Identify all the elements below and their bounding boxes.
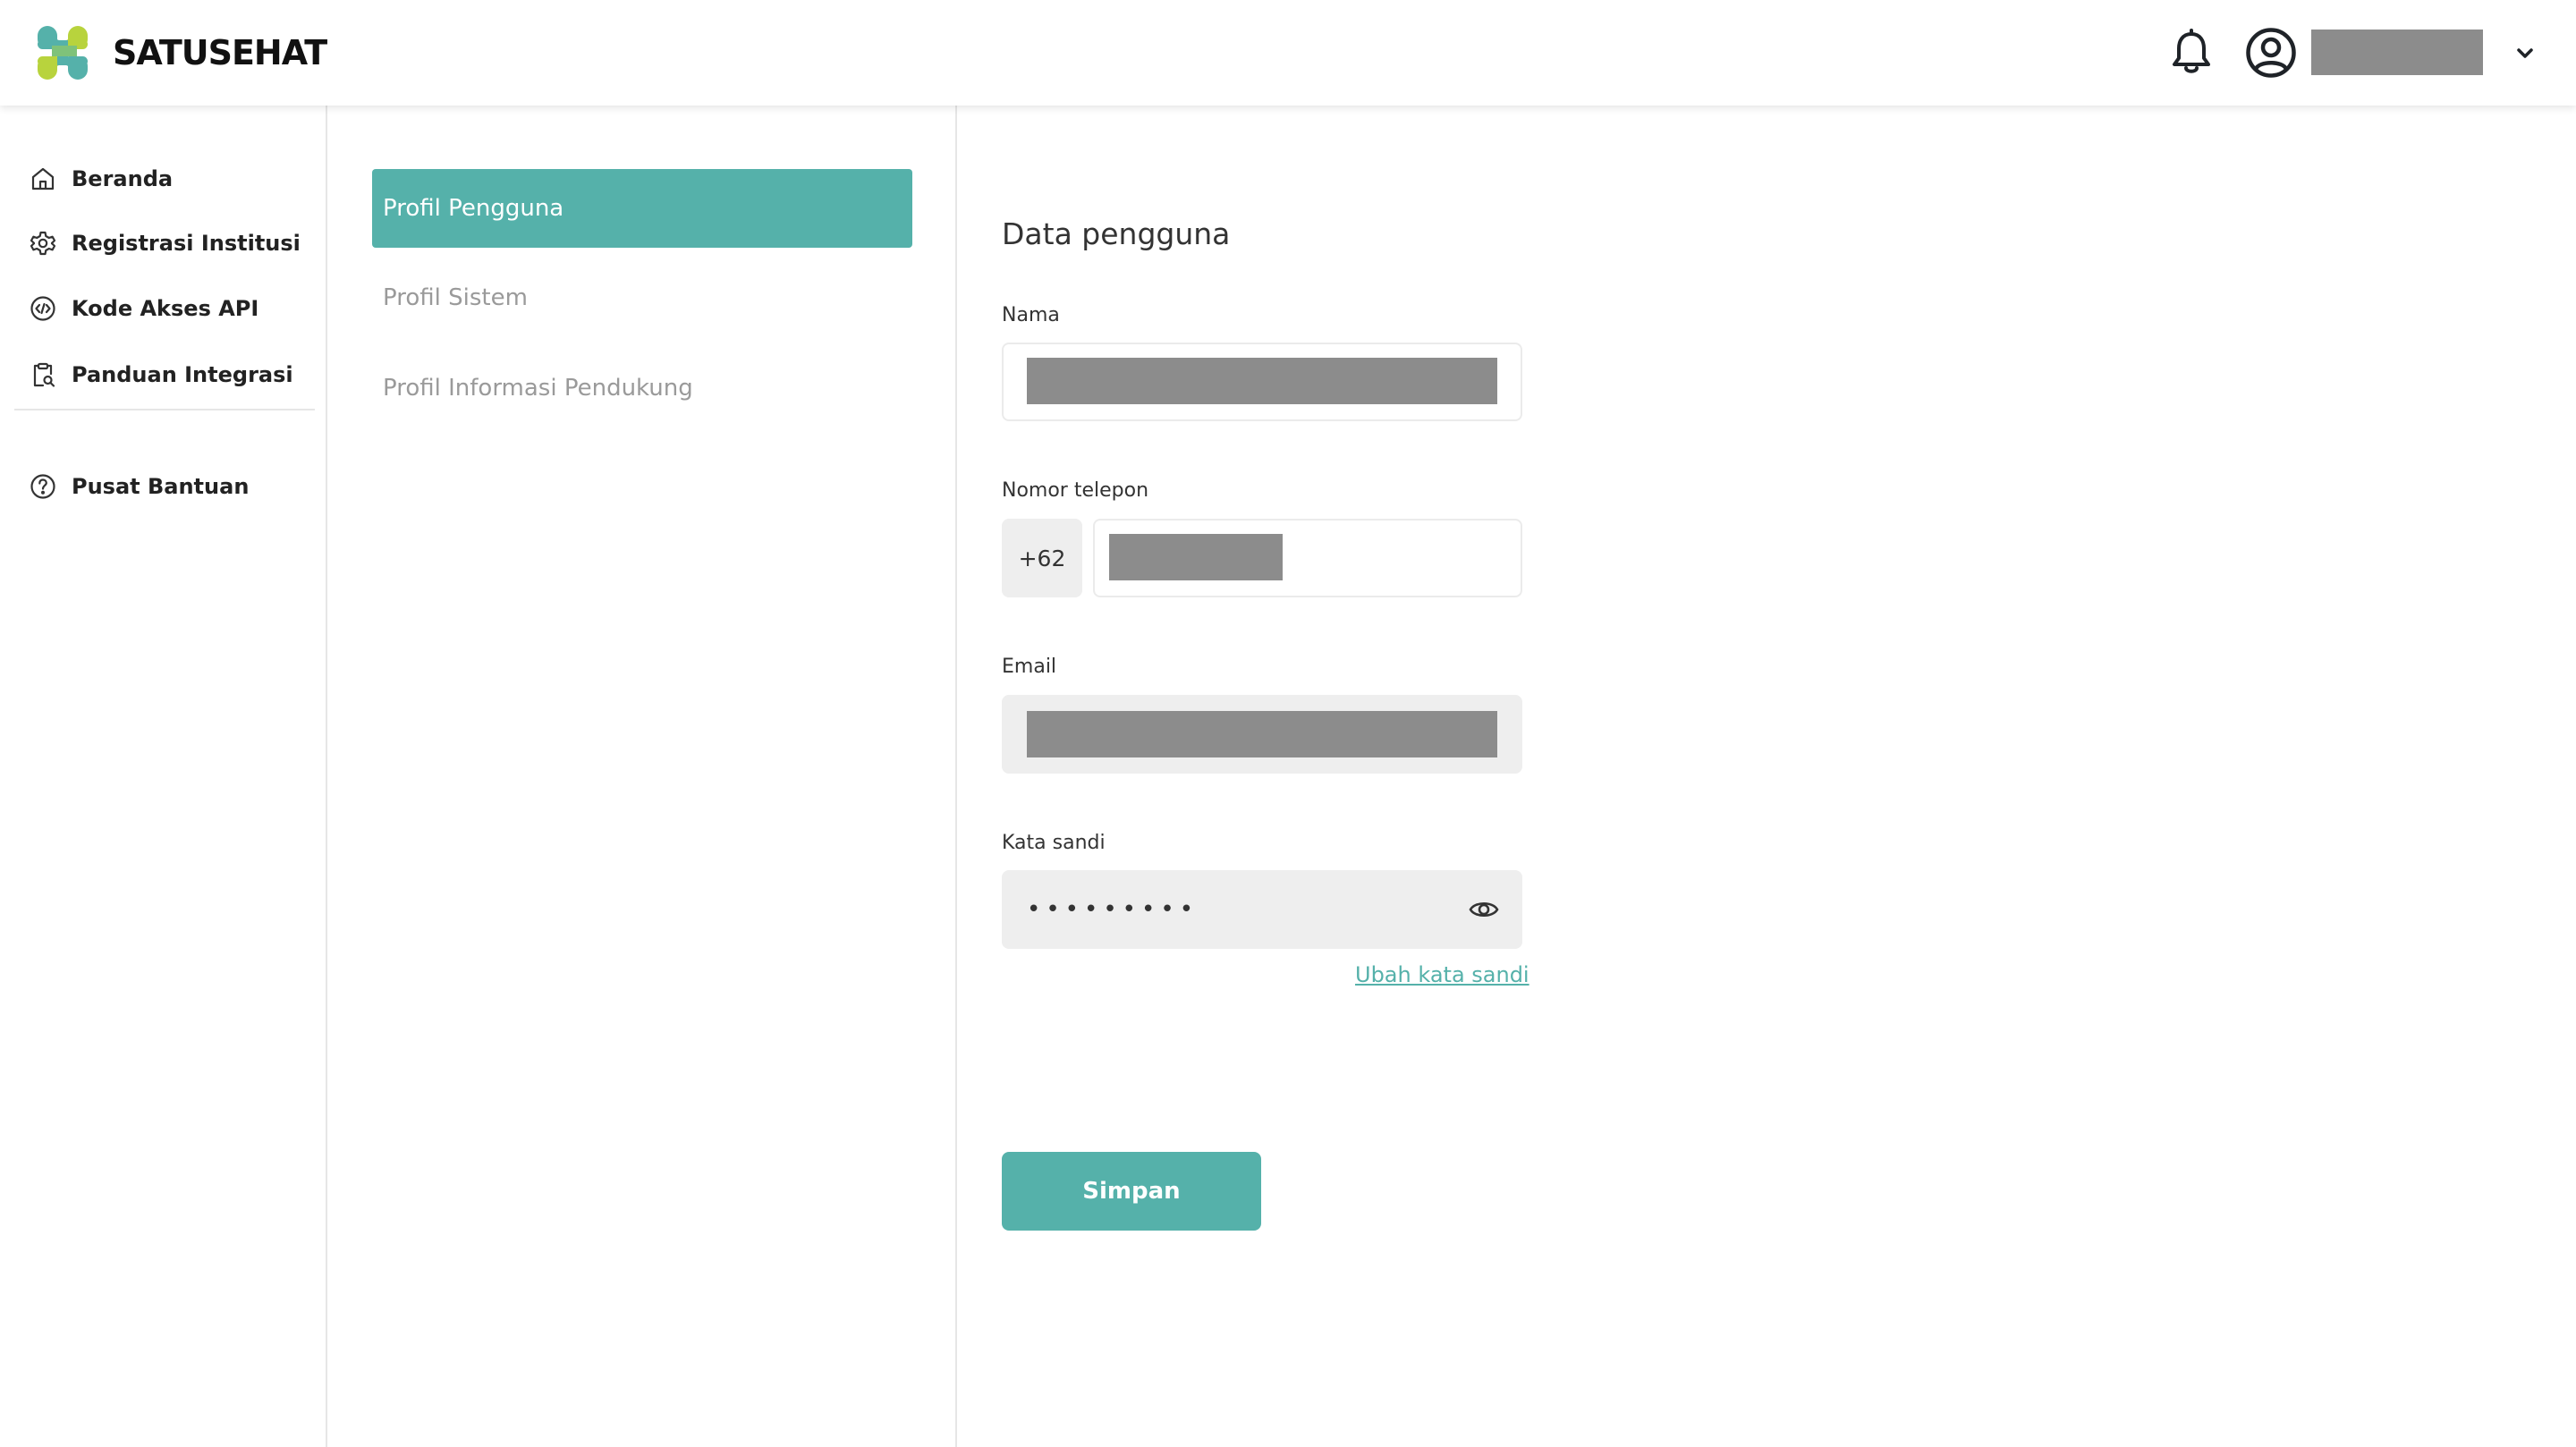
password-label: Kata sandi xyxy=(1002,832,1106,854)
top-header: SATUSEHAT xyxy=(0,0,2576,106)
password-value: ••••••••• xyxy=(1027,896,1199,923)
sidebar: Beranda Registrasi Institusi Kode Akses … xyxy=(0,106,327,1447)
phone-input[interactable] xyxy=(1093,519,1522,597)
password-field[interactable]: ••••••••• xyxy=(1002,870,1522,949)
save-button[interactable]: Simpan xyxy=(1002,1152,1261,1231)
tab-profil-informasi-pendukung[interactable]: Profil Informasi Pendukung xyxy=(372,349,912,427)
sidebar-item-label: Beranda xyxy=(72,166,174,191)
tab-profil-sistem[interactable]: Profil Sistem xyxy=(372,258,912,337)
sidebar-item-label: Kode Akses API xyxy=(72,296,259,321)
user-data-form: Data pengguna Nama Nomor telepon +62 Ema… xyxy=(957,106,2576,1447)
user-circle-icon[interactable] xyxy=(2245,27,2297,79)
sidebar-item-label: Pusat Bantuan xyxy=(72,474,250,499)
home-icon xyxy=(31,167,55,190)
email-input[interactable] xyxy=(1002,695,1522,774)
name-input[interactable] xyxy=(1002,343,1522,421)
sidebar-item-label: Registrasi Institusi xyxy=(72,231,301,256)
username-label[interactable] xyxy=(2311,30,2483,75)
section-title: Data pengguna xyxy=(1002,216,1231,251)
phone-country-code: +62 xyxy=(1002,519,1082,597)
phone-label: Nomor telepon xyxy=(1002,479,1149,502)
name-label: Nama xyxy=(1002,304,1060,326)
satusehat-logo-icon xyxy=(38,26,88,80)
clipboard-search-icon xyxy=(33,362,55,387)
bell-icon[interactable] xyxy=(2169,29,2214,77)
profile-menu: Profil Pengguna Profil Sistem Profil Inf… xyxy=(327,106,957,1447)
sidebar-item-beranda[interactable]: Beranda xyxy=(29,158,173,199)
change-password-link[interactable]: Ubah kata sandi xyxy=(1355,962,1530,987)
sidebar-divider xyxy=(14,409,315,410)
sidebar-item-label: Panduan Integrasi xyxy=(72,362,293,387)
brand-logo[interactable]: SATUSEHAT xyxy=(34,21,327,84)
sidebar-item-registrasi-institusi[interactable]: Registrasi Institusi xyxy=(29,223,301,264)
sidebar-item-pusat-bantuan[interactable]: Pusat Bantuan xyxy=(29,466,249,507)
code-icon xyxy=(30,296,55,321)
sidebar-item-kode-akses-api[interactable]: Kode Akses API xyxy=(29,288,258,329)
sidebar-item-panduan-integrasi[interactable]: Panduan Integrasi xyxy=(29,354,293,395)
chevron-down-icon[interactable] xyxy=(2515,43,2535,63)
gear-icon xyxy=(30,231,56,256)
eye-icon[interactable] xyxy=(1469,895,1499,924)
brand-name: SATUSEHAT xyxy=(113,33,327,72)
email-label: Email xyxy=(1002,656,1057,678)
tab-profil-pengguna[interactable]: Profil Pengguna xyxy=(372,169,912,248)
question-circle-icon xyxy=(30,474,55,499)
